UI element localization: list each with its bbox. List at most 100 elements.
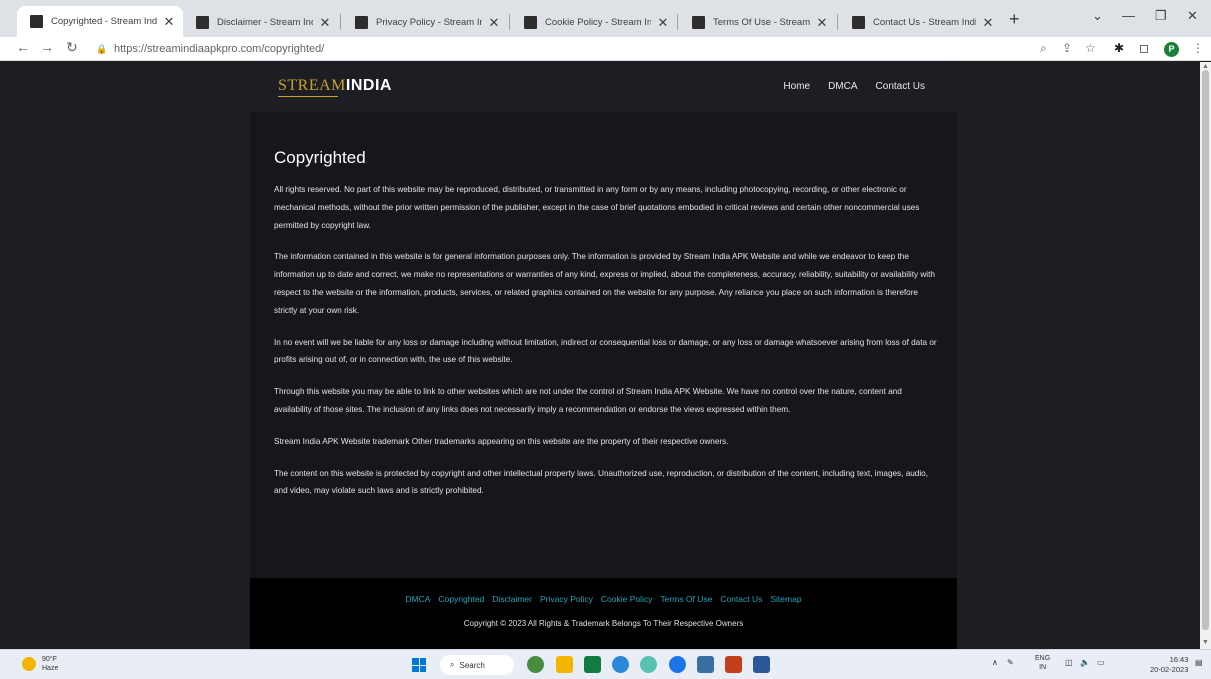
browser-tab-strip: Copyrighted - Stream India ✕ Disclaimer …: [0, 0, 1211, 37]
site-favicon-icon: [524, 16, 537, 29]
extensions-icon[interactable]: ✱: [1114, 41, 1124, 55]
start-windows-icon[interactable]: [412, 658, 426, 672]
restore-icon[interactable]: ❐: [1155, 8, 1167, 24]
footer-link-sitemap[interactable]: Sitemap: [770, 594, 801, 604]
site-logo[interactable]: STREAMINDIA: [278, 77, 392, 95]
footer-link-copyrighted[interactable]: Copyrighted: [438, 594, 484, 604]
side-panel-icon[interactable]: ◻: [1139, 41, 1149, 55]
tab-title: Cookie Policy - Stream Indi: [545, 17, 651, 28]
browser-toolbar: ← → ↻ 🔒 https://streamindiaapkpro.com/co…: [0, 37, 1211, 61]
sun-icon: [22, 657, 36, 671]
menu-kebab-icon[interactable]: ⋮: [1192, 41, 1204, 55]
search-label: Search: [459, 660, 485, 670]
scroll-up-icon[interactable]: ▲: [1202, 63, 1209, 70]
minimize-icon[interactable]: —: [1122, 8, 1135, 23]
weather-widget[interactable]: 90°F Haze: [22, 655, 58, 673]
tab-separator: [509, 14, 510, 30]
paragraph: Stream India APK Website trademark Other…: [274, 436, 729, 446]
tab-title: Disclaimer - Stream India A: [217, 17, 313, 28]
edge-icon[interactable]: [612, 656, 629, 673]
reload-icon[interactable]: ↻: [66, 39, 78, 56]
pen-icon[interactable]: ✎: [1007, 658, 1014, 667]
close-tab-icon[interactable]: ✕: [319, 15, 331, 31]
bookmark-star-icon[interactable]: ☆: [1085, 41, 1096, 55]
paragraph: The information contained in this websit…: [274, 252, 935, 315]
tab-title: Privacy Policy - Stream Indi: [376, 17, 482, 28]
nav-home[interactable]: Home: [783, 81, 810, 92]
logo-stream-text: STREAM: [278, 77, 346, 94]
language-region: IN: [1039, 664, 1047, 671]
forward-icon[interactable]: →: [40, 39, 54, 55]
language-indicator[interactable]: ENG IN: [1035, 654, 1050, 672]
url-text[interactable]: https://streamindiaapkpro.com/copyrighte…: [114, 43, 324, 55]
new-tab-icon[interactable]: +: [1009, 9, 1020, 30]
page-viewport: STREAMINDIA Home DMCA Contact Us Copyrig…: [0, 62, 1200, 649]
app-icon[interactable]: [640, 656, 657, 673]
weather-condition: Haze: [42, 665, 59, 672]
footer-links: DMCA Copyrighted Disclaimer Privacy Poli…: [250, 594, 957, 604]
tab-disclaimer[interactable]: Disclaimer - Stream India A ✕: [183, 8, 339, 37]
footer-link-privacy-policy[interactable]: Privacy Policy: [540, 594, 593, 604]
tab-search-chevron-icon[interactable]: ⌄: [1092, 8, 1103, 24]
back-icon[interactable]: ←: [16, 39, 30, 55]
footer-link-dmca[interactable]: DMCA: [405, 594, 430, 604]
tab-cookie-policy[interactable]: Cookie Policy - Stream Indi ✕: [511, 8, 677, 37]
search-icon: ⌕: [450, 660, 455, 669]
close-window-icon[interactable]: ✕: [1187, 8, 1198, 24]
zoom-icon[interactable]: ⌕: [1040, 41, 1047, 56]
notification-icon[interactable]: ▤: [1195, 658, 1203, 667]
site-header: STREAMINDIA Home DMCA Contact Us: [250, 62, 957, 112]
share-icon[interactable]: ⇪: [1062, 41, 1072, 55]
close-tab-icon[interactable]: ✕: [657, 15, 669, 31]
nav-dmca[interactable]: DMCA: [828, 81, 857, 92]
chrome-icon[interactable]: [669, 656, 686, 673]
lock-icon: 🔒: [96, 44, 108, 54]
close-tab-icon[interactable]: ✕: [816, 15, 828, 31]
file-explorer-icon[interactable]: [556, 656, 573, 673]
paragraph: All rights reserved. No part of this web…: [274, 185, 920, 230]
site-footer: DMCA Copyrighted Disclaimer Privacy Poli…: [250, 578, 957, 649]
app-icon[interactable]: [527, 656, 544, 673]
word-icon[interactable]: [753, 656, 770, 673]
site-favicon-icon: [196, 16, 209, 29]
battery-icon[interactable]: ▭: [1097, 658, 1105, 667]
tab-copyrighted[interactable]: Copyrighted - Stream India ✕: [17, 6, 183, 37]
tab-title: Terms Of Use - Stream Indi: [713, 17, 810, 28]
temperature: 90°F: [42, 656, 57, 663]
close-tab-icon[interactable]: ✕: [982, 15, 994, 31]
excel-icon[interactable]: [584, 656, 601, 673]
profile-avatar[interactable]: P: [1164, 42, 1179, 57]
tab-terms-of-use[interactable]: Terms Of Use - Stream Indi ✕: [679, 8, 836, 37]
paragraph: In no event will we be liable for any lo…: [274, 337, 937, 365]
footer-link-terms-of-use[interactable]: Terms Of Use: [660, 594, 712, 604]
site-favicon-icon: [355, 16, 368, 29]
tab-title: Copyrighted - Stream India: [51, 16, 157, 27]
nav-contact-us[interactable]: Contact Us: [876, 81, 925, 92]
wps-icon[interactable]: [725, 656, 742, 673]
footer-link-disclaimer[interactable]: Disclaimer: [492, 594, 532, 604]
scroll-down-icon[interactable]: ▼: [1202, 639, 1209, 646]
page-title: Copyrighted: [274, 148, 366, 167]
tray-chevron-icon[interactable]: ∧: [992, 658, 998, 667]
language-code: ENG: [1035, 655, 1051, 662]
site-container: STREAMINDIA Home DMCA Contact Us Copyrig…: [250, 62, 957, 649]
volume-icon[interactable]: 🔈: [1080, 658, 1090, 667]
page-scrollbar[interactable]: ▲ ▼: [1200, 62, 1211, 649]
footer-link-contact-us[interactable]: Contact Us: [720, 594, 762, 604]
network-icon[interactable]: ◫: [1065, 658, 1073, 667]
tab-privacy-policy[interactable]: Privacy Policy - Stream Indi ✕: [342, 8, 508, 37]
taskbar-clock[interactable]: 16:43 20-02-2023: [1150, 655, 1188, 675]
copyright-text: Copyright © 2023 All Rights & Trademark …: [463, 619, 744, 628]
close-tab-icon[interactable]: ✕: [488, 15, 500, 31]
scroll-thumb[interactable]: [1202, 70, 1209, 630]
close-tab-icon[interactable]: ✕: [163, 14, 175, 30]
address-bar[interactable]: 🔒 https://streamindiaapkpro.com/copyrigh…: [96, 39, 1066, 59]
main-nav: Home DMCA Contact Us: [783, 81, 925, 92]
tab-title: Contact Us - Stream India A: [873, 17, 976, 28]
logo-underline: [278, 96, 338, 97]
taskbar-search[interactable]: ⌕ Search: [440, 655, 514, 675]
app-icon[interactable]: [697, 656, 714, 673]
footer-link-cookie-policy[interactable]: Cookie Policy: [601, 594, 653, 604]
paragraph: Through this website you may be able to …: [274, 387, 902, 414]
tab-contact-us[interactable]: Contact Us - Stream India A ✕: [839, 8, 1002, 37]
